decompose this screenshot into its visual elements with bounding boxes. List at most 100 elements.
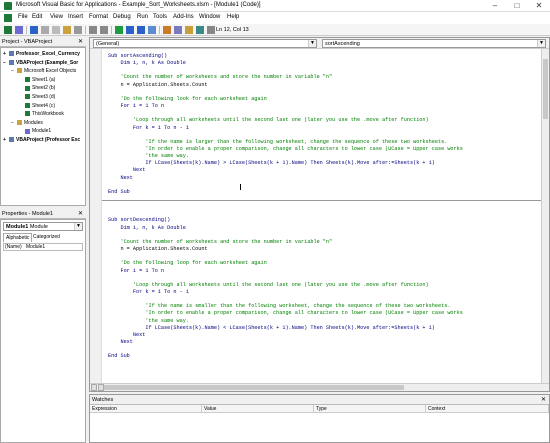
column-expression[interactable]: Expression xyxy=(90,405,202,413)
code-line[interactable]: Next xyxy=(108,339,132,345)
code-line[interactable]: Dim i, n, k As Double xyxy=(108,60,185,66)
run-icon[interactable] xyxy=(115,26,123,34)
code-line[interactable]: Sub sortDescending() xyxy=(108,217,170,223)
property-row[interactable]: (Name) Module1 xyxy=(3,243,83,251)
code-line[interactable]: 'In order to enable a proper comparison,… xyxy=(108,310,463,316)
expand-icon[interactable]: − xyxy=(3,59,8,67)
menu-addins[interactable]: Add-Ins xyxy=(173,14,194,20)
menu-run[interactable]: Run xyxy=(137,14,148,20)
code-margin[interactable] xyxy=(90,49,102,385)
tree-item[interactable]: Module1 xyxy=(19,127,51,135)
menu-view[interactable]: View xyxy=(50,14,63,20)
tab-categorized[interactable]: Categorized xyxy=(31,233,62,242)
code-line[interactable]: n = Application.Sheets.Count xyxy=(108,246,207,252)
tree-item-label: Sheet1 (a) xyxy=(32,76,56,83)
redo-icon[interactable] xyxy=(100,26,108,34)
menu-tools[interactable]: Tools xyxy=(153,14,167,20)
scrollbar-thumb[interactable] xyxy=(104,385,404,390)
tree-item[interactable]: + VBAProject (Professor Exc xyxy=(3,136,80,144)
expand-icon[interactable]: + xyxy=(3,50,8,58)
view-excel-icon[interactable] xyxy=(4,26,12,34)
tree-item[interactable]: + Professor_Excel_Currency xyxy=(3,50,80,58)
code-line[interactable]: For i = 1 To n xyxy=(108,103,164,109)
excel-icon[interactable] xyxy=(4,14,12,22)
close-icon[interactable]: ✕ xyxy=(541,395,546,405)
object-select[interactable]: Module1 Module ▼ xyxy=(3,222,83,231)
column-context[interactable]: Context xyxy=(426,405,549,413)
code-line[interactable]: 'Count the number of worksheets and stor… xyxy=(108,239,332,245)
expand-icon[interactable]: + xyxy=(3,136,8,144)
tree-item[interactable]: Sheet2 (b) xyxy=(19,84,55,92)
properties-window-icon[interactable] xyxy=(174,26,182,34)
design-mode-icon[interactable] xyxy=(148,26,156,34)
code-line[interactable]: End Sub xyxy=(108,353,130,359)
code-line[interactable]: 'Do the following loop for each workshee… xyxy=(108,260,266,266)
menu-file[interactable]: File xyxy=(18,14,28,20)
procedure-view-button[interactable] xyxy=(91,384,97,391)
code-line[interactable]: 'Loop through all worksheets until the s… xyxy=(108,282,429,288)
code-line[interactable]: If LCase(Sheets(k).Name) < LCase(Sheets(… xyxy=(108,325,435,331)
tree-item[interactable]: − Modules xyxy=(11,119,43,127)
code-line[interactable]: Next xyxy=(108,332,145,338)
save-icon[interactable] xyxy=(30,26,38,34)
close-icon[interactable]: ✕ xyxy=(78,37,83,47)
project-explorer-icon[interactable] xyxy=(163,26,171,34)
code-line[interactable]: 'Do the following look for each workshee… xyxy=(108,96,266,102)
expand-icon[interactable]: − xyxy=(11,67,16,75)
code-line[interactable]: Sub sortAscending() xyxy=(108,53,167,59)
tree-item[interactable]: − VBAProject (Example_Sor xyxy=(3,59,78,67)
scrollbar-thumb[interactable] xyxy=(543,59,548,119)
horizontal-scrollbar[interactable] xyxy=(90,383,549,391)
menu-help[interactable]: Help xyxy=(227,14,239,20)
code-editor[interactable]: Sub sortAscending() Dim i, n, k As Doubl… xyxy=(90,49,541,385)
code-line[interactable]: 'If the name is larger than the followin… xyxy=(108,139,447,145)
vertical-scrollbar[interactable] xyxy=(541,49,549,385)
code-line[interactable]: For i = 1 To n xyxy=(108,268,164,274)
column-value[interactable]: Value xyxy=(202,405,314,413)
code-line[interactable]: Next xyxy=(108,175,132,181)
find-icon[interactable] xyxy=(74,26,82,34)
code-line[interactable]: 'the same way. xyxy=(108,153,189,159)
close-icon[interactable]: ✕ xyxy=(78,209,83,219)
code-line[interactable]: End Sub xyxy=(108,189,130,195)
object-dropdown[interactable]: (General) ▼ xyxy=(93,39,317,48)
menu-debug[interactable]: Debug xyxy=(113,14,131,20)
insert-module-icon[interactable] xyxy=(15,26,23,34)
copy-icon[interactable] xyxy=(52,26,60,34)
code-line[interactable]: Dim i, n, k As Double xyxy=(108,225,185,231)
column-type[interactable]: Type xyxy=(314,405,426,413)
code-line[interactable]: 'the same way. xyxy=(108,318,189,324)
menu-window[interactable]: Window xyxy=(199,14,220,20)
tree-item[interactable]: ThisWorkbook xyxy=(19,110,64,118)
menu-edit[interactable]: Edit xyxy=(32,14,42,20)
tree-item[interactable]: − Microsoft Excel Objects xyxy=(11,67,76,75)
tree-item[interactable]: Sheet4 (c) xyxy=(19,102,55,110)
tree-item[interactable]: Sheet3 (d) xyxy=(19,93,55,101)
toolbox-icon[interactable] xyxy=(196,26,204,34)
cut-icon[interactable] xyxy=(41,26,49,34)
tree-item[interactable]: Sheet1 (a) xyxy=(19,76,55,84)
code-line[interactable]: 'If the name is smaller than the followi… xyxy=(108,303,450,309)
code-line[interactable]: 'In order to enable a proper comparison,… xyxy=(108,146,463,152)
maximize-button[interactable]: □ xyxy=(506,0,528,12)
undo-icon[interactable] xyxy=(89,26,97,34)
procedure-dropdown[interactable]: sortAscending ▼ xyxy=(322,39,546,48)
help-icon[interactable] xyxy=(207,26,215,34)
menu-insert[interactable]: Insert xyxy=(68,14,83,20)
minimize-button[interactable]: – xyxy=(484,0,506,12)
code-line[interactable]: Next xyxy=(108,167,145,173)
code-line[interactable]: n = Application.Sheets.Count xyxy=(108,82,207,88)
paste-icon[interactable] xyxy=(63,26,71,34)
code-line[interactable]: For k = 1 To n - 1 xyxy=(108,125,189,131)
close-button[interactable]: ✕ xyxy=(528,0,550,12)
expand-icon[interactable]: − xyxy=(11,119,16,127)
menu-format[interactable]: Format xyxy=(89,14,108,20)
break-icon[interactable] xyxy=(126,26,134,34)
code-line[interactable]: 'Count the number of worksheets and stor… xyxy=(108,74,332,80)
code-line[interactable]: For k = 1 To n - 1 xyxy=(108,289,189,295)
reset-icon[interactable] xyxy=(137,26,145,34)
tab-alphabetic[interactable]: Alphabetic xyxy=(3,233,33,242)
object-browser-icon[interactable] xyxy=(185,26,193,34)
code-line[interactable]: If LCase(Sheets(k).Name) > LCase(Sheets(… xyxy=(108,160,435,166)
code-line[interactable]: 'Loop through all worksheets until the s… xyxy=(108,117,429,123)
